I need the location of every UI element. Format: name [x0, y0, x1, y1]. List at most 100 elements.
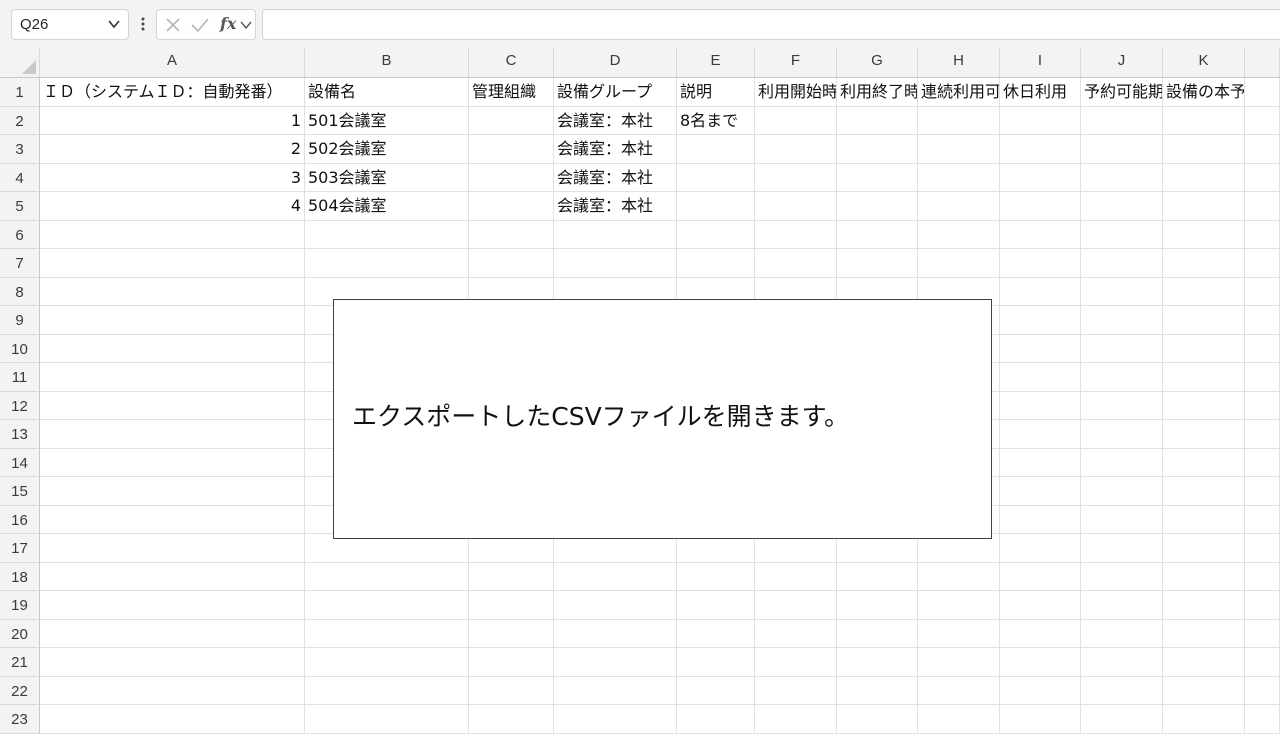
cell-k2[interactable]: [1163, 106, 1245, 135]
row-header-9[interactable]: 9: [0, 306, 40, 335]
cell-partial[interactable]: [1245, 676, 1280, 705]
cell-h22[interactable]: [918, 676, 1000, 705]
cell-i12[interactable]: [1000, 391, 1081, 420]
row-header-13[interactable]: 13: [0, 420, 40, 449]
cell-a19[interactable]: [40, 591, 305, 620]
cell-j2[interactable]: [1081, 106, 1163, 135]
cell-j22[interactable]: [1081, 676, 1163, 705]
cell-j6[interactable]: [1081, 220, 1163, 249]
cell-j5[interactable]: [1081, 192, 1163, 221]
cell-a12[interactable]: [40, 391, 305, 420]
cell-i18[interactable]: [1000, 562, 1081, 591]
cell-d19[interactable]: [554, 591, 677, 620]
cell-h19[interactable]: [918, 591, 1000, 620]
cell-e19[interactable]: [677, 591, 755, 620]
cell-g19[interactable]: [837, 591, 918, 620]
cell-j1[interactable]: 予約可能期: [1081, 78, 1163, 107]
cell-k3[interactable]: [1163, 135, 1245, 164]
row-header-20[interactable]: 20: [0, 619, 40, 648]
cell-a20[interactable]: [40, 619, 305, 648]
row-header-21[interactable]: 21: [0, 648, 40, 677]
cell-c6[interactable]: [469, 220, 554, 249]
cell-partial[interactable]: [1245, 277, 1280, 306]
cell-a18[interactable]: [40, 562, 305, 591]
cell-h1[interactable]: 連続利用可: [918, 78, 1000, 107]
row-header-8[interactable]: 8: [0, 277, 40, 306]
cell-f21[interactable]: [755, 648, 837, 677]
cell-f4[interactable]: [755, 163, 837, 192]
cell-i21[interactable]: [1000, 648, 1081, 677]
row-header-23[interactable]: 23: [0, 705, 40, 734]
cell-b4[interactable]: 503会議室: [305, 163, 469, 192]
cell-partial[interactable]: [1245, 192, 1280, 221]
cell-k14[interactable]: [1163, 448, 1245, 477]
cell-g7[interactable]: [837, 249, 918, 278]
cell-a7[interactable]: [40, 249, 305, 278]
cell-partial[interactable]: [1245, 619, 1280, 648]
row-header-22[interactable]: 22: [0, 676, 40, 705]
cell-b23[interactable]: [305, 705, 469, 734]
cell-a22[interactable]: [40, 676, 305, 705]
cell-i17[interactable]: [1000, 534, 1081, 563]
cell-b6[interactable]: [305, 220, 469, 249]
cell-h2[interactable]: [918, 106, 1000, 135]
cell-g18[interactable]: [837, 562, 918, 591]
cell-partial[interactable]: [1245, 562, 1280, 591]
cell-d23[interactable]: [554, 705, 677, 734]
cell-e23[interactable]: [677, 705, 755, 734]
cell-h20[interactable]: [918, 619, 1000, 648]
cell-partial[interactable]: [1245, 249, 1280, 278]
cell-k15[interactable]: [1163, 477, 1245, 506]
cell-e4[interactable]: [677, 163, 755, 192]
cell-a23[interactable]: [40, 705, 305, 734]
cell-i1[interactable]: 休日利用: [1000, 78, 1081, 107]
cell-g23[interactable]: [837, 705, 918, 734]
cell-partial[interactable]: [1245, 135, 1280, 164]
cell-i16[interactable]: [1000, 505, 1081, 534]
cell-f2[interactable]: [755, 106, 837, 135]
row-header-6[interactable]: 6: [0, 220, 40, 249]
cell-g6[interactable]: [837, 220, 918, 249]
row-header-2[interactable]: 2: [0, 106, 40, 135]
cell-partial[interactable]: [1245, 334, 1280, 363]
cell-c23[interactable]: [469, 705, 554, 734]
cell-k5[interactable]: [1163, 192, 1245, 221]
cell-f3[interactable]: [755, 135, 837, 164]
row-header-14[interactable]: 14: [0, 448, 40, 477]
row-header-12[interactable]: 12: [0, 391, 40, 420]
cell-h4[interactable]: [918, 163, 1000, 192]
row-header-4[interactable]: 4: [0, 163, 40, 192]
cell-b22[interactable]: [305, 676, 469, 705]
cell-j11[interactable]: [1081, 363, 1163, 392]
cell-c7[interactable]: [469, 249, 554, 278]
cell-partial[interactable]: [1245, 78, 1280, 107]
cell-i19[interactable]: [1000, 591, 1081, 620]
cell-f6[interactable]: [755, 220, 837, 249]
cell-i9[interactable]: [1000, 306, 1081, 335]
cell-i3[interactable]: [1000, 135, 1081, 164]
cell-k4[interactable]: [1163, 163, 1245, 192]
cell-d20[interactable]: [554, 619, 677, 648]
cell-j3[interactable]: [1081, 135, 1163, 164]
cell-c19[interactable]: [469, 591, 554, 620]
cell-g5[interactable]: [837, 192, 918, 221]
column-header-h[interactable]: H: [918, 48, 1000, 78]
cell-j7[interactable]: [1081, 249, 1163, 278]
cell-partial[interactable]: [1245, 705, 1280, 734]
cell-k11[interactable]: [1163, 363, 1245, 392]
cell-b3[interactable]: 502会議室: [305, 135, 469, 164]
cell-a4[interactable]: 3: [40, 163, 305, 192]
cell-g22[interactable]: [837, 676, 918, 705]
column-header-j[interactable]: J: [1081, 48, 1163, 78]
cell-e5[interactable]: [677, 192, 755, 221]
cell-b1[interactable]: 設備名: [305, 78, 469, 107]
cell-j17[interactable]: [1081, 534, 1163, 563]
column-header-c[interactable]: C: [469, 48, 554, 78]
cell-k13[interactable]: [1163, 420, 1245, 449]
cell-f22[interactable]: [755, 676, 837, 705]
cell-partial[interactable]: [1245, 591, 1280, 620]
cell-g3[interactable]: [837, 135, 918, 164]
check-icon[interactable]: [189, 15, 211, 35]
cell-h6[interactable]: [918, 220, 1000, 249]
cell-a1[interactable]: ＩＤ（システムＩＤ：自動発番）: [40, 78, 305, 107]
